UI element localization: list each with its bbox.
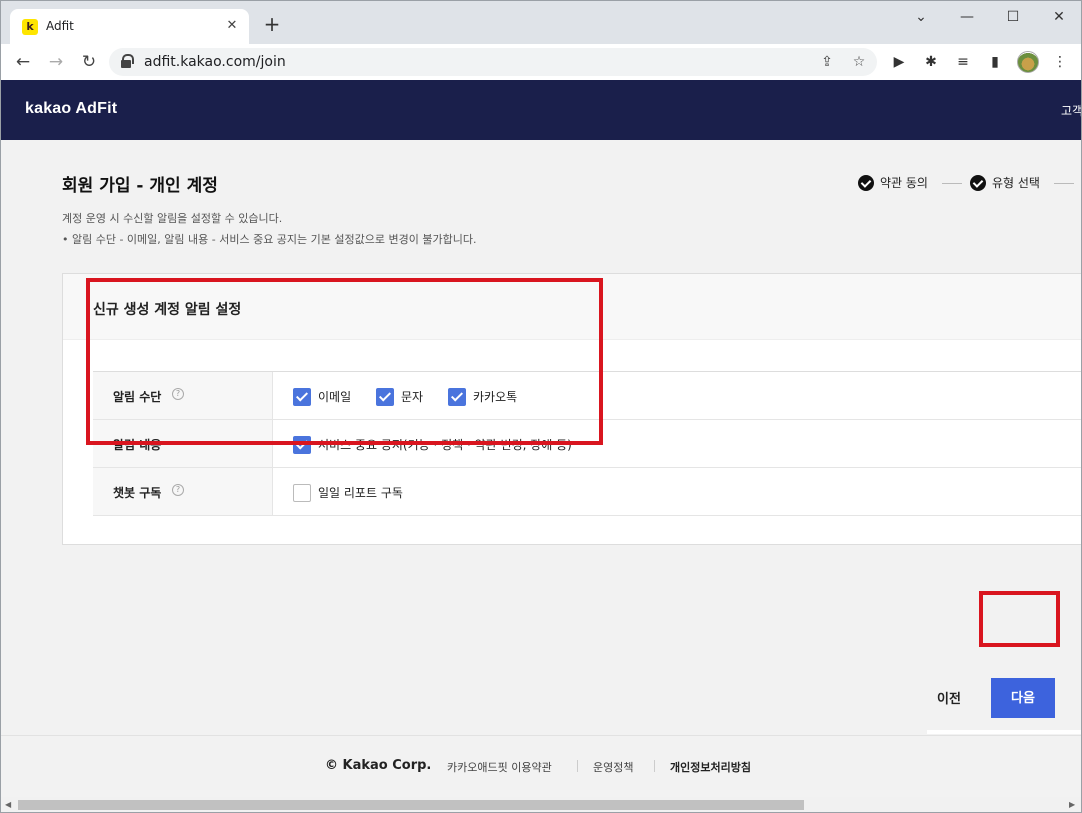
minimize-icon[interactable]: — [945,5,989,29]
url-text[interactable]: adfit.kakao.com/join [144,54,286,70]
tab-title: Adfit [46,19,74,33]
check-circle-icon [970,174,986,191]
step-divider [942,183,962,184]
help-icon[interactable]: ? [172,484,184,496]
footer-divider [654,760,655,772]
step-terms: 약관 동의 [858,174,928,192]
scrollbar-thumb[interactable] [18,800,804,810]
profile-avatar[interactable] [1017,51,1039,73]
reload-icon[interactable]: ↻ [77,50,101,74]
share-icon[interactable]: ⇪ [817,52,837,72]
kakao-favicon-icon: k [22,19,38,35]
back-icon[interactable]: ← [11,50,35,74]
browser-tab-bar: k Adfit ✕ + ⌄ — ☐ ✕ [0,0,1082,45]
option-daily-report[interactable]: 일일 리포트 구독 [293,482,403,502]
kakao-adfit-logo[interactable]: kakao AdFit [25,100,117,118]
button-area-divider [927,730,1081,734]
media-icon[interactable]: ▶ [889,52,909,72]
footer-link-terms[interactable]: 카카오애드핏 이용약관 [447,759,552,775]
menu-kebab-icon[interactable]: ⋮ [1050,52,1070,72]
description-text: 계정 운영 시 수신할 알림을 설정할 수 있습니다. [62,212,283,225]
prev-button[interactable]: 이전 [923,685,975,713]
side-panel-icon[interactable]: ▮ [985,52,1005,72]
forward-icon[interactable]: → [44,50,68,74]
horizontal-scrollbar[interactable]: ◀ ▶ [0,797,1082,813]
step-type: 유형 선택 [970,174,1040,192]
site-header: kakao AdFit 고객 [1,80,1081,140]
extensions-icon[interactable]: ✱ [921,52,941,72]
site-footer: © Kakao Corp. 카카오애드핏 이용약관 운영정책 개인정보처리방침 [1,735,1081,797]
highlight-box-next [979,591,1060,647]
browser-tab[interactable]: k Adfit ✕ [10,9,249,45]
footer-link-policy[interactable]: 운영정책 [593,759,633,775]
page-title: 회원 가입 - 개인 계정 [62,176,218,196]
close-window-icon[interactable]: ✕ [1037,5,1081,29]
next-button[interactable]: 다음 [991,678,1055,718]
customer-center-link[interactable]: 고객 [1061,102,1081,119]
row-label: 챗봇 구독 [113,486,162,500]
highlight-box-settings [86,278,603,445]
tab-search-icon[interactable]: ⌄ [899,5,943,29]
copyright: © Kakao Corp. [325,758,432,773]
new-tab-icon[interactable]: + [261,13,283,35]
lock-icon[interactable] [121,54,134,68]
tab-close-icon[interactable]: ✕ [223,17,241,35]
description-note: • 알림 수단 - 이메일, 알림 내용 - 서비스 중요 공지는 기본 설정값… [62,233,477,246]
checkbox-unchecked[interactable] [293,483,311,502]
footer-link-privacy[interactable]: 개인정보처리방침 [670,759,751,775]
scroll-right-icon[interactable]: ▶ [1069,800,1075,809]
browser-toolbar: ← → ↻ adfit.kakao.com/join ⇪ ☆ ▶ ✱ ≡ ▮ ⋮ [0,44,1082,80]
table-row: 챗봇 구독 ? 일일 리포트 구독 [93,468,1081,516]
check-circle-icon [858,174,874,191]
scroll-left-icon[interactable]: ◀ [5,800,11,809]
footer-divider [577,760,578,772]
address-bar[interactable]: adfit.kakao.com/join ⇪ ☆ [109,48,877,76]
step-divider [1054,183,1074,184]
reading-list-icon[interactable]: ≡ [953,52,973,72]
maximize-icon[interactable]: ☐ [991,5,1035,29]
bookmark-star-icon[interactable]: ☆ [849,52,869,72]
